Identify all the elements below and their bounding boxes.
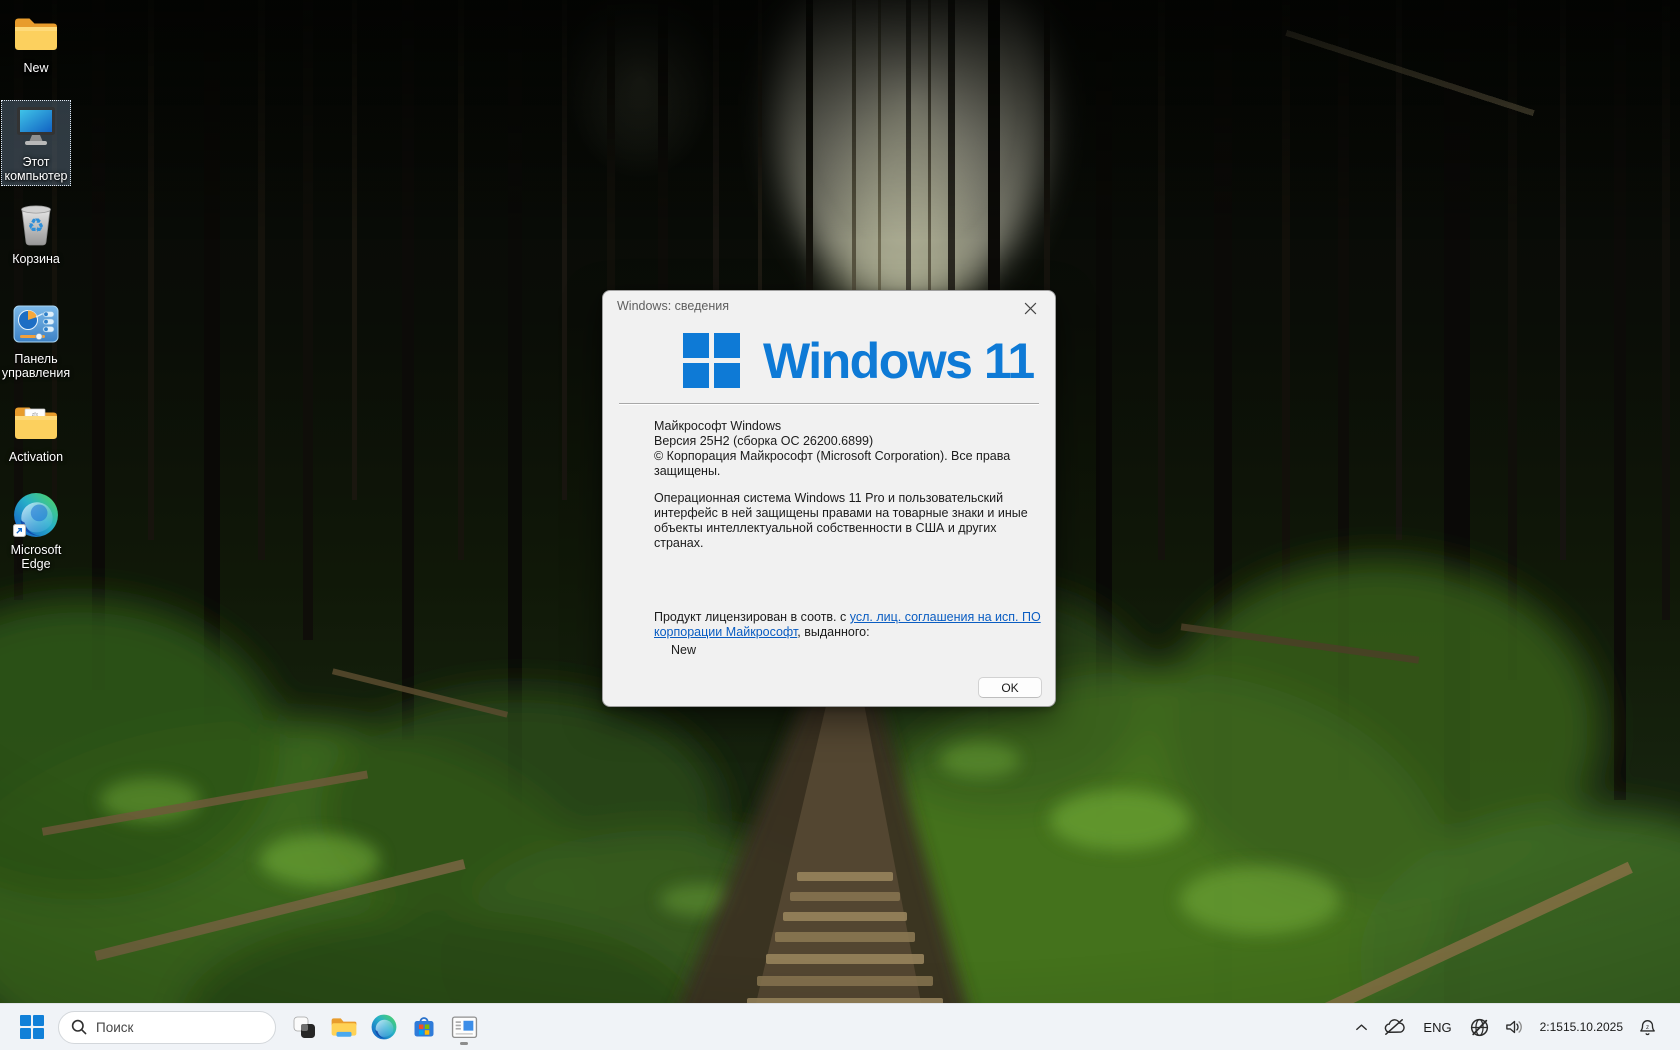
dialog-title: Windows: сведения xyxy=(617,299,729,313)
svg-text:z: z xyxy=(1646,1024,1649,1031)
svg-text:♻: ♻ xyxy=(27,215,44,237)
tray-chevron-button[interactable] xyxy=(1347,1007,1376,1047)
edge-icon xyxy=(12,492,60,538)
desktop-icon-label: Этот компьютер xyxy=(4,155,68,183)
desktop-icon-microsoft-edge[interactable]: Microsoft Edge xyxy=(1,488,71,574)
search-input[interactable] xyxy=(96,1019,256,1035)
dialog-titlebar[interactable]: Windows: сведения xyxy=(603,291,1055,323)
clock-time: 2:15 xyxy=(1539,1019,1563,1034)
task-view-icon xyxy=(293,1016,315,1038)
desktop-icon-label: New xyxy=(23,61,49,75)
notification-center-button[interactable]: z xyxy=(1631,1007,1664,1047)
desktop-icon-control-panel[interactable]: Панель управления xyxy=(1,297,71,383)
file-explorer-button[interactable] xyxy=(324,1007,364,1047)
about-license-block: Продукт лицензирован в соотв. с усл. лиц… xyxy=(654,610,1046,640)
desktop-icon-recycle-bin[interactable]: ♻ Корзина xyxy=(1,197,71,269)
running-app-indicator xyxy=(460,1042,468,1045)
language-indicator[interactable]: ENG xyxy=(1413,1007,1461,1047)
taskbar: ENG 2:15 15.10.2025 xyxy=(0,1003,1680,1050)
microsoft-store-button[interactable] xyxy=(404,1007,444,1047)
file-explorer-icon xyxy=(331,1018,357,1037)
start-button[interactable] xyxy=(12,1007,52,1047)
about-windows-taskbar-button[interactable] xyxy=(444,1007,484,1047)
task-view-button[interactable] xyxy=(284,1007,324,1047)
desktop-icon-new-folder[interactable]: New xyxy=(1,6,71,78)
edge-taskbar-button[interactable] xyxy=(364,1007,404,1047)
folder-icon xyxy=(12,10,60,56)
about-copyright-line: © Корпорация Майкрософт (Microsoft Corpo… xyxy=(654,449,1011,478)
desktop-icon-label: Microsoft Edge xyxy=(10,543,62,571)
desktop-icon-label: Activation xyxy=(8,450,64,464)
desktop-icon-label: Панель управления xyxy=(1,352,71,380)
control-panel-icon xyxy=(12,301,60,347)
edge-icon xyxy=(371,1014,397,1040)
volume-tray-button[interactable] xyxy=(1497,1007,1532,1047)
taskbar-search[interactable] xyxy=(58,1010,276,1044)
clock[interactable]: 2:15 15.10.2025 xyxy=(1532,1007,1631,1047)
windows-11-wordmark: Windows 11 xyxy=(763,333,1035,389)
folder-with-file-icon: zfx xyxy=(12,399,60,445)
about-window-icon xyxy=(451,1016,477,1039)
onedrive-tray-button[interactable] xyxy=(1376,1007,1413,1047)
recycle-bin-icon: ♻ xyxy=(12,201,60,247)
desktop-icon-activation[interactable]: zfx Activation xyxy=(1,395,71,467)
windows-11-logo: Windows 11 xyxy=(683,333,1035,389)
desktop-icon-this-pc[interactable]: Этот компьютер xyxy=(1,100,71,186)
taskbar-system-tray: ENG 2:15 15.10.2025 z xyxy=(1347,1007,1680,1047)
search-icon xyxy=(71,1019,87,1035)
desktop: New Этот компьютер ♻ Корзина Панель упра… xyxy=(0,0,1680,1050)
licensee-name: New xyxy=(671,643,697,657)
shortcut-arrow-icon xyxy=(13,524,26,537)
about-trademark-line: Операционная система Windows 11 Pro и по… xyxy=(654,491,1028,550)
about-windows-dialog: Windows: сведения Windows 11 Майкрософт … xyxy=(602,290,1056,707)
microsoft-store-icon xyxy=(414,1017,434,1037)
about-product-line: Майкрософт Windows xyxy=(654,419,782,433)
notification-bell-icon: z xyxy=(1640,1019,1655,1035)
about-version-block: Майкрософт Windows Версия 25H2 (сборка О… xyxy=(654,419,1046,479)
divider xyxy=(619,403,1039,404)
taskbar-left-cluster xyxy=(0,1007,484,1047)
volume-icon xyxy=(1505,1020,1522,1034)
chevron-up-icon xyxy=(1356,1023,1368,1030)
about-version-line: Версия 25H2 (сборка ОС 26200.6899) xyxy=(654,434,874,448)
license-text-suffix: , выданного: xyxy=(797,625,870,639)
network-tray-button[interactable] xyxy=(1462,1007,1497,1047)
windows-logo-icon xyxy=(683,333,741,389)
globe-offline-icon xyxy=(1470,1018,1488,1036)
computer-icon xyxy=(12,104,60,150)
about-trademark-block: Операционная система Windows 11 Pro и по… xyxy=(654,491,1046,551)
desktop-icon-label: Корзина xyxy=(12,252,60,266)
ok-button[interactable]: OK xyxy=(978,677,1042,698)
cloud-offline-icon xyxy=(1385,1019,1406,1035)
windows-start-icon xyxy=(20,1015,44,1039)
close-icon[interactable] xyxy=(1013,295,1047,322)
license-text-prefix: Продукт лицензирован в соотв. с xyxy=(654,610,850,624)
clock-date: 15.10.2025 xyxy=(1562,1019,1623,1034)
